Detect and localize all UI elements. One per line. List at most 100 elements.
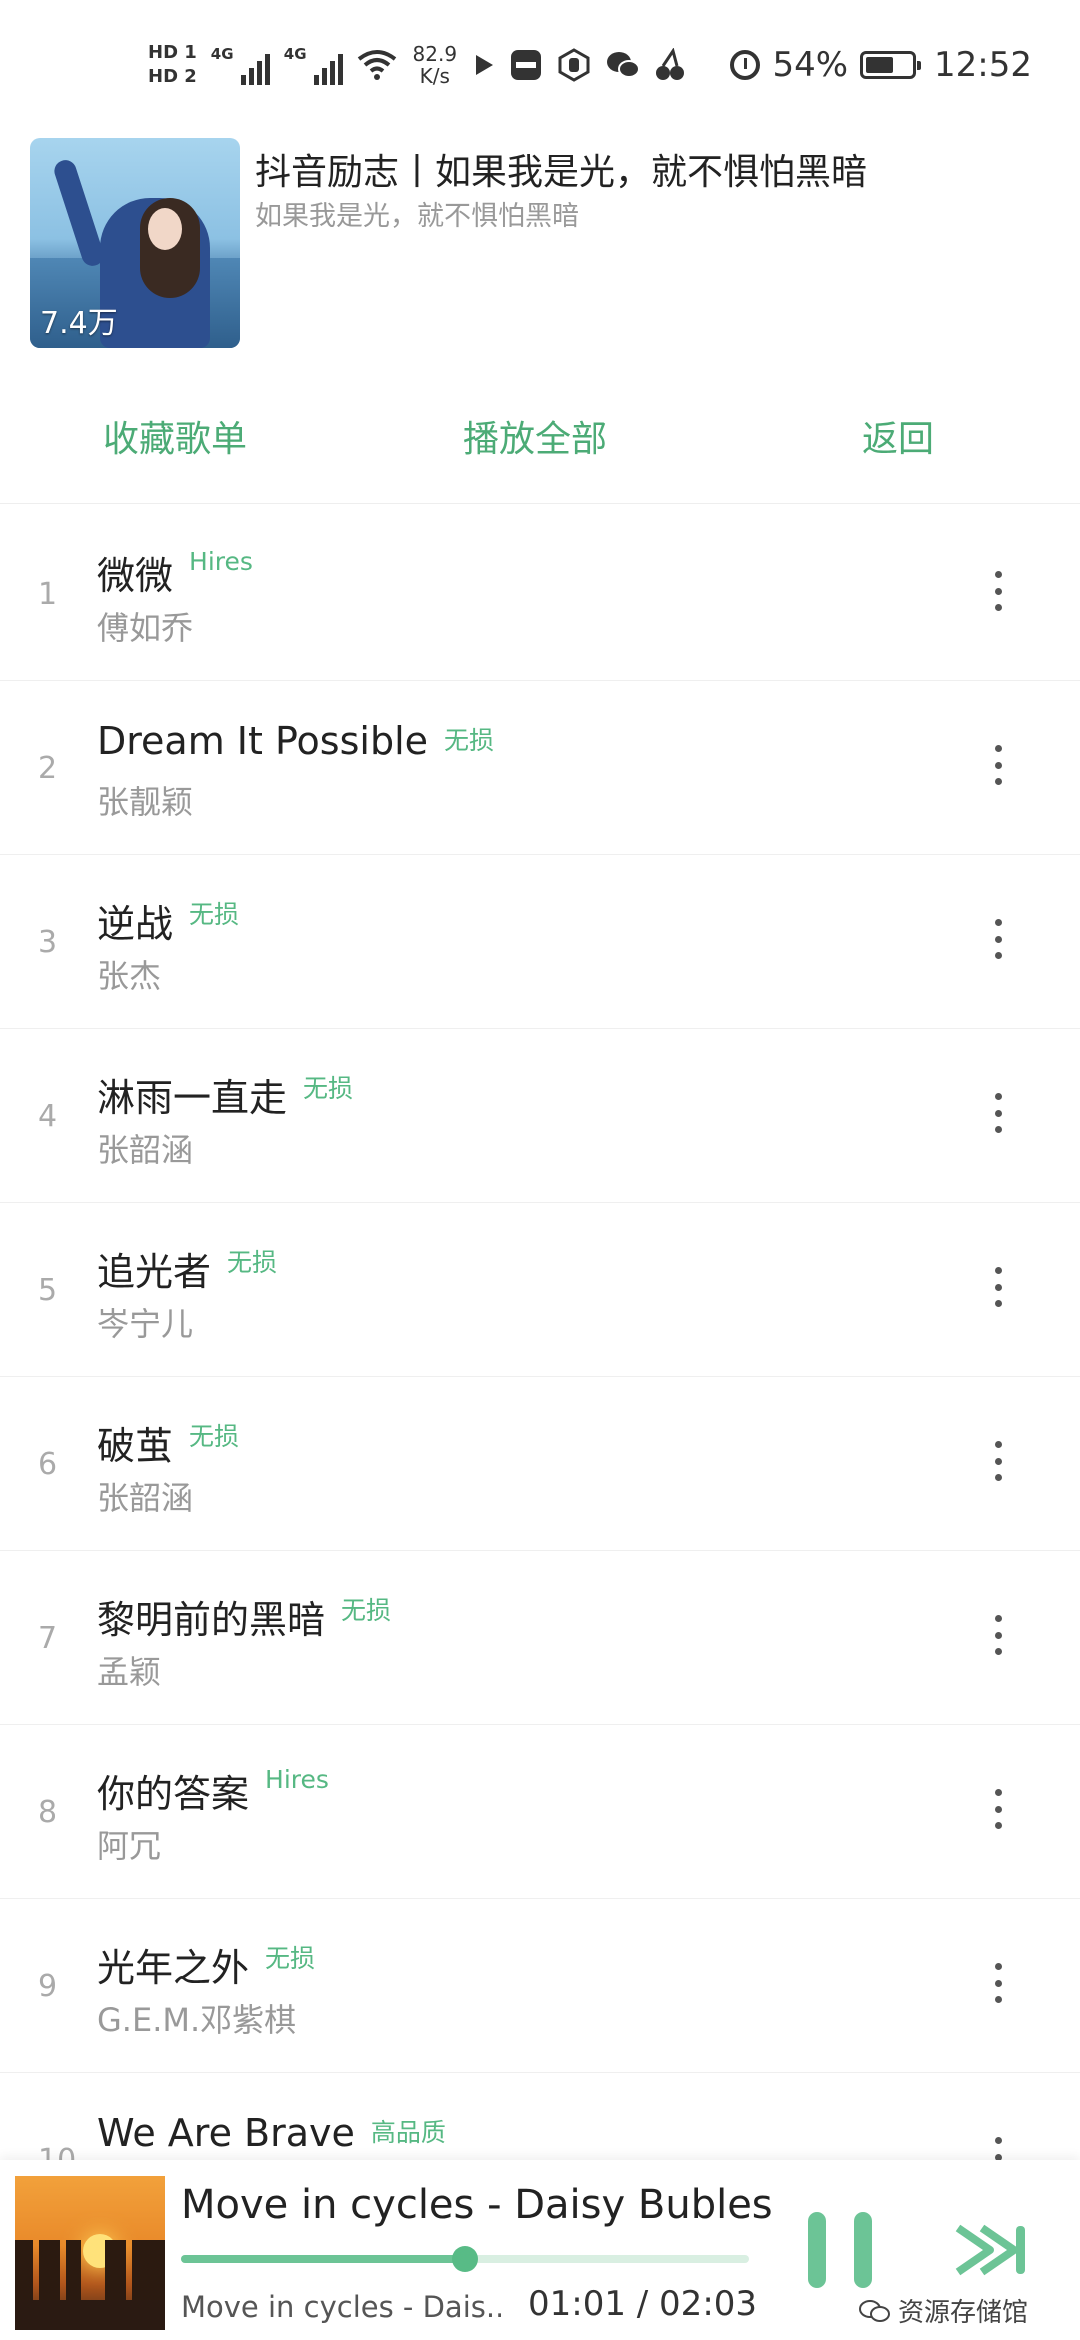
playback-time: 01:01 / 02:03	[528, 2284, 758, 2324]
song-row[interactable]: 1 微微 Hires 傅如乔	[0, 507, 1080, 681]
song-number: 5	[38, 1273, 58, 1308]
song-row[interactable]: 9 光年之外 无损 G.E.M.邓紫棋	[0, 1899, 1080, 2073]
artwork-water	[15, 2300, 165, 2330]
song-title: 你的答案	[97, 1772, 250, 1816]
song-title: 逆战	[97, 902, 174, 946]
more-options-icon[interactable]	[990, 1441, 1006, 1481]
clock: 12:52	[934, 45, 1032, 85]
wechat-watermark-icon	[859, 2299, 890, 2322]
song-artist: 张韶涵	[97, 1131, 194, 1169]
progress-thumb[interactable]	[452, 2246, 478, 2272]
quality-tag: 无损	[189, 1422, 240, 1451]
quality-tag: 无损	[341, 1596, 392, 1625]
back-button[interactable]: 返回	[862, 410, 934, 462]
play-store-icon	[475, 55, 493, 75]
song-number: 8	[38, 1795, 58, 1830]
now-playing-title: Move in cycles - Daisy Bubles	[181, 2182, 773, 2228]
song-title-row: 微微 Hires	[97, 545, 253, 600]
alarm-icon	[730, 50, 761, 80]
action-bar: 收藏歌单 播放全部 返回	[0, 410, 1080, 480]
play-all-button[interactable]: 播放全部	[463, 410, 607, 462]
more-options-icon[interactable]	[990, 1789, 1006, 1829]
song-artist: 岑宁儿	[97, 1305, 194, 1343]
song-title-row: 黎明前的黑暗 无损	[97, 1589, 391, 1644]
song-row[interactable]: 6 破茧 无损 张韶涵	[0, 1377, 1080, 1551]
cherry-icon	[655, 48, 684, 80]
quality-tag: Hires	[189, 547, 253, 576]
hd1-label: HD 1	[148, 42, 197, 63]
playlist-title: 抖音励志丨如果我是光，就不惧怕黑暗	[255, 152, 868, 193]
song-row[interactable]: 7 黎明前的黑暗 无损 孟颖	[0, 1551, 1080, 1725]
status-bar: HD 1 HD 2 4G 4G 82.9 K/s 54% 12:52	[0, 0, 1080, 130]
hd2-label: HD 2	[148, 66, 197, 87]
song-title-row: 逆战 无损	[97, 893, 239, 948]
quality-tag: 无损	[227, 1248, 278, 1277]
status-right: 54% 12:52	[730, 40, 1032, 90]
more-options-icon[interactable]	[990, 745, 1006, 785]
artwork-city	[15, 2240, 165, 2300]
now-playing-artwork[interactable]	[15, 2176, 165, 2330]
song-title-row: 淋雨一直走 无损	[97, 1067, 353, 1122]
quality-tag: 高品质	[370, 2118, 446, 2147]
collect-playlist-button[interactable]: 收藏歌单	[103, 410, 247, 462]
more-options-icon[interactable]	[990, 1267, 1006, 1307]
quality-tag: 无损	[303, 1074, 354, 1103]
speed-value: 82.9	[412, 42, 458, 66]
song-row[interactable]: 8 你的答案 Hires 阿冗	[0, 1725, 1080, 1899]
song-title: 破茧	[97, 1424, 174, 1468]
song-title: We Are Brave	[97, 2111, 355, 2155]
song-title: Dream It Possible	[97, 719, 429, 763]
wifi-icon	[357, 50, 397, 80]
song-title: 微微	[97, 554, 174, 598]
song-row[interactable]: 5 追光者 无损岑宁儿	[0, 1203, 1080, 1377]
cover-arm	[51, 157, 107, 269]
progress-bar[interactable]	[181, 2246, 749, 2272]
skip-next-icon[interactable]	[952, 2222, 1030, 2278]
song-title: 淋雨一直走	[97, 1076, 288, 1120]
song-row[interactable]: 2 Dream It Possible 无损 张靓颖	[0, 681, 1080, 855]
song-number: 9	[38, 1969, 58, 2004]
song-title-row: 你的答案 Hires	[97, 1763, 329, 1818]
more-options-icon[interactable]	[990, 919, 1006, 959]
song-number: 3	[38, 925, 58, 960]
status-left: HD 1 HD 2 4G 4G 82.9 K/s	[148, 30, 685, 100]
more-options-icon[interactable]	[990, 1615, 1006, 1655]
quality-tag: 无损	[265, 1944, 316, 1973]
progress-fill	[181, 2255, 465, 2263]
song-row[interactable]: 4 淋雨一直走 无损 张韶涵	[0, 1029, 1080, 1203]
song-title-row: Dream It Possible 无损	[97, 719, 494, 763]
song-artist: 张靓颖	[97, 783, 194, 821]
more-options-icon[interactable]	[990, 1093, 1006, 1133]
wechat-icon	[606, 52, 640, 78]
song-row[interactable]: 3 逆战 无损 张杰	[0, 855, 1080, 1029]
song-title: 光年之外	[97, 1946, 250, 1990]
watermark-text: 资源存储馆	[898, 2298, 1029, 2328]
signal-2-icon: 4G	[284, 45, 343, 85]
pause-icon[interactable]	[808, 2212, 872, 2288]
quality-tag: 无损	[189, 900, 240, 929]
huawei-app-icon	[510, 50, 541, 80]
hand-icon	[558, 48, 590, 82]
quality-tag: 无损	[444, 726, 495, 755]
network-speed: 82.9 K/s	[411, 43, 459, 87]
more-options-icon[interactable]	[990, 571, 1006, 611]
quality-tag: Hires	[265, 1765, 329, 1794]
playlist-cover[interactable]: 7.4万	[30, 138, 240, 348]
song-artist: G.E.M.邓紫棋	[97, 2001, 297, 2039]
more-options-icon[interactable]	[990, 1963, 1006, 2003]
song-title-row: 光年之外 无损	[97, 1937, 315, 1992]
playlist-subtitle: 如果我是光，就不惧怕黑暗	[255, 201, 579, 232]
watermark: 资源存储馆	[858, 2292, 1028, 2329]
song-title: 黎明前的黑暗	[97, 1598, 326, 1642]
mini-player[interactable]: Move in cycles - Daisy Bubles Move in cy…	[0, 2160, 1080, 2340]
song-title-row: 追光者 无损	[97, 1241, 277, 1296]
battery-icon	[860, 51, 922, 79]
song-artist: 傅如乔	[97, 609, 194, 647]
battery-percent: 54%	[772, 45, 849, 85]
song-title-row: 破茧 无损	[97, 1415, 239, 1470]
network-type-1: 4G	[210, 45, 234, 63]
signal-1-icon: 4G	[211, 45, 270, 85]
song-number: 6	[38, 1447, 58, 1482]
speed-unit: K/s	[419, 64, 450, 88]
song-artist: 孟颖	[97, 1653, 162, 1691]
